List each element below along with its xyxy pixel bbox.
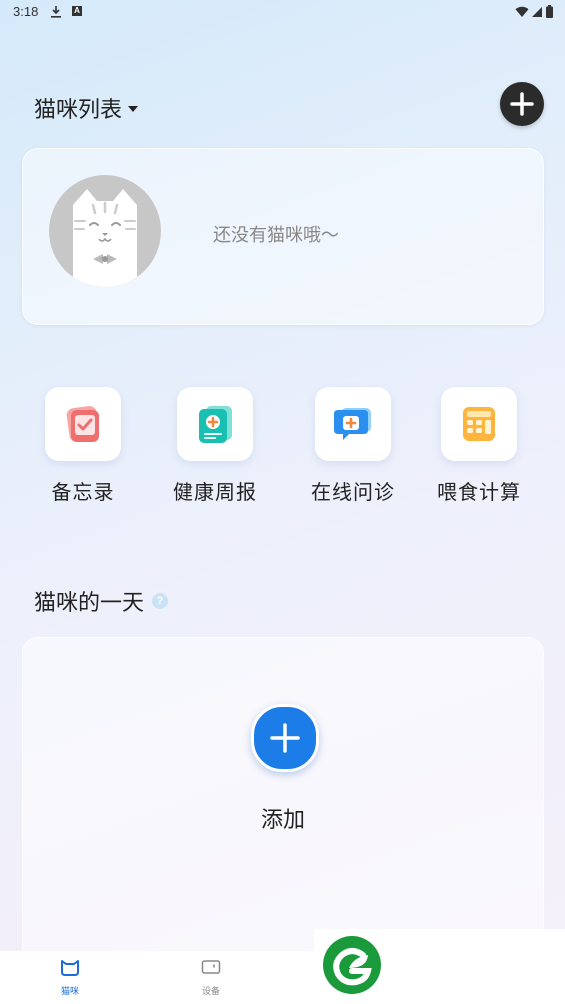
tab-cat[interactable]: 猫咪 [40, 957, 100, 997]
feature-label: 备忘录 [51, 482, 115, 504]
leaf-logo-icon [323, 936, 381, 994]
feature-label: 在线问诊 [311, 482, 395, 504]
consultation-icon [334, 408, 371, 440]
feeding-calculator-icon [463, 407, 495, 441]
device-icon [201, 960, 221, 974]
feature-tile [441, 387, 517, 461]
add-record-label[interactable]: 添加 [23, 802, 543, 834]
caret-down-icon [128, 106, 139, 112]
feature-health-report[interactable]: 健康周报 [160, 387, 270, 505]
cat-placeholder-icon [73, 189, 137, 287]
feature-memo[interactable]: 备忘录 [28, 387, 138, 505]
cat-day-card: 添加 [22, 637, 544, 979]
feature-tile [45, 387, 121, 461]
tab-device[interactable]: 设备 [181, 957, 241, 997]
signal-icon [532, 6, 542, 17]
cat-list-selector[interactable]: 猫咪列表 [34, 92, 139, 124]
add-record-button[interactable] [251, 704, 319, 772]
tab-label: 猫咪 [60, 986, 79, 996]
empty-cat-message: 还没有猫咪哦～ [213, 225, 339, 245]
cat-card[interactable]: 还没有猫咪哦～ [22, 148, 544, 325]
feature-tile [177, 387, 253, 461]
cat-icon [61, 960, 79, 976]
status-bar: 3:18 A [0, 0, 565, 24]
feature-online-consultation[interactable]: 在线问诊 [298, 387, 408, 505]
cat-day-title: 猫咪的一天 [34, 590, 145, 615]
plus-icon [510, 92, 534, 116]
wifi-icon [515, 6, 529, 17]
feature-grid: 备忘录 健康周报 在线问诊 喂食计算 [0, 387, 565, 517]
a-icon: A [72, 6, 82, 16]
tab-label: 设备 [201, 986, 220, 996]
cat-day-header: 猫咪的一天 ? [34, 585, 169, 617]
plus-icon [270, 723, 300, 753]
add-cat-button[interactable] [500, 82, 544, 126]
cat-list-title: 猫咪列表 [34, 97, 123, 122]
download-icon [51, 6, 61, 18]
help-icon[interactable]: ? [152, 593, 169, 609]
feature-feeding-calculator[interactable]: 喂食计算 [424, 387, 534, 505]
health-report-icon [199, 406, 232, 443]
cat-avatar [49, 175, 161, 287]
status-time: 3:18 [13, 4, 39, 19]
feature-label: 喂食计算 [437, 482, 521, 504]
battery-icon [546, 5, 553, 18]
feature-label: 健康周报 [173, 482, 257, 504]
memo-icon [66, 405, 100, 443]
logo-overlay [314, 929, 565, 1004]
feature-tile [315, 387, 391, 461]
